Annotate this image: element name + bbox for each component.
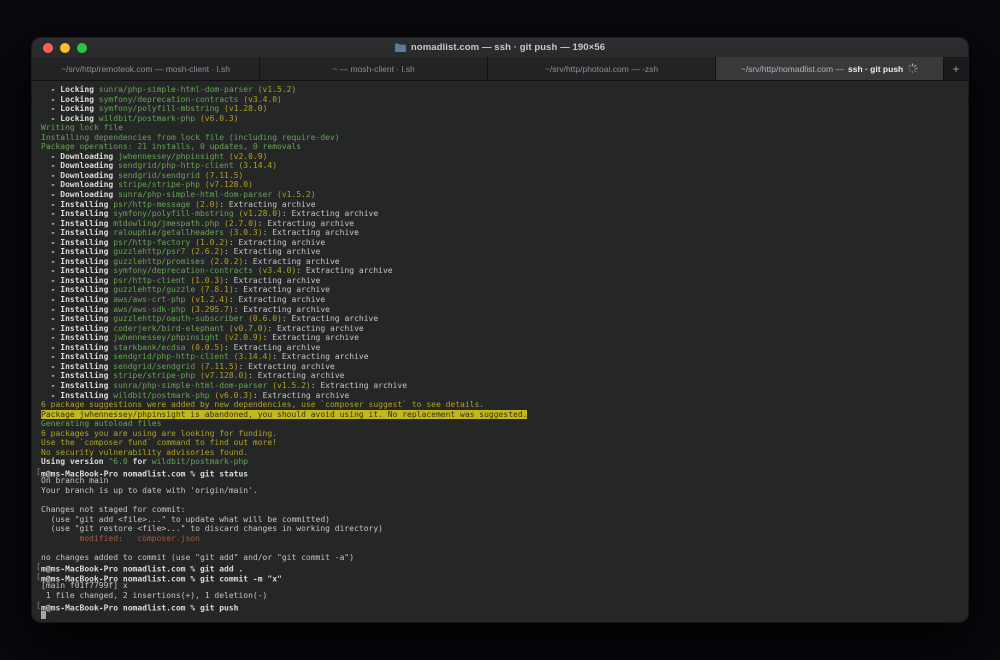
tab-bar: ~/srv/http/remoteok.com — mosh-client · …	[32, 57, 968, 81]
terminal-line: [m@ms-MacBook-Pro nomadlist.com % git pu…	[36, 600, 239, 613]
terminal-line: - Installing aws/aws-sdk-php (3.295.7): …	[41, 304, 330, 314]
terminal-line: modified: composer.json	[41, 533, 200, 543]
terminal-line: - Installing aws/aws-crt-php (v1.2.4): E…	[41, 295, 326, 305]
terminal-line: [m@ms-MacBook-Pro nomadlist.com % git st…	[36, 466, 249, 479]
folder-icon	[394, 43, 406, 52]
terminal-line: - Installing symfony/polyfill-mbstring (…	[41, 209, 379, 219]
terminal-line: - Installing ralouphie/getallheaders (3.…	[41, 228, 359, 238]
tab-photoai[interactable]: ~/srv/http/photoai.com — -zsh	[488, 57, 716, 80]
tab-mosh-client[interactable]: ~ — mosh-client · l.sh	[260, 57, 488, 80]
terminal-line: 1 file changed, 2 insertions(+), 1 delet…	[41, 590, 268, 600]
terminal-line: - Locking sunra/php-simple-html-dom-pars…	[41, 85, 297, 94]
terminal-output[interactable]: - Locking sunra/php-simple-html-dom-pars…	[32, 81, 968, 622]
terminal-line: Package jwhennessey/phpinsight is abando…	[41, 409, 528, 419]
terminal-line: - Installing psr/http-message (2.0): Ext…	[41, 199, 316, 209]
terminal-line: Generating autoload files	[41, 419, 162, 429]
terminal-line: - Locking symfony/polyfill-mbstring (v1.…	[41, 104, 268, 114]
terminal-line: (use "git add <file>..." to update what …	[41, 514, 330, 524]
tab-remoteok[interactable]: ~/srv/http/remoteok.com — mosh-client · …	[32, 57, 260, 80]
tab-label: ~/srv/http/remoteok.com — mosh-client · …	[61, 63, 230, 74]
window-title-text: nomadlist.com — ssh · git push — 190×56	[410, 42, 606, 53]
terminal-line: Use the `composer fund` command to find …	[41, 438, 278, 448]
terminal-line: - Installing mtdowling/jmespath.php (2.7…	[41, 218, 355, 228]
terminal-line: [m@ms-MacBook-Pro nomadlist.com % git ad…	[36, 562, 244, 574]
tab-label-path: ~/srv/http/nomadlist.com —	[740, 63, 844, 74]
terminal-line: - Installing guzzlehttp/guzzle (7.8.1): …	[41, 285, 330, 295]
activity-spinner-icon	[907, 63, 918, 74]
terminal-window: nomadlist.com — ssh · git push — 190×56 …	[32, 38, 968, 622]
terminal-line: - Installing psr/http-factory (1.0.2): E…	[41, 237, 326, 247]
window-title: nomadlist.com — ssh · git push — 190×56	[32, 42, 968, 53]
terminal-line: Your branch is up to date with 'origin/m…	[41, 485, 258, 495]
terminal-line: - Installing starkbank/ecdsa (0.0.5): Ex…	[41, 342, 321, 352]
terminal-line: - Locking wildbit/postmark-php (v6.0.3)	[41, 113, 239, 123]
terminal-line: Writing lock file	[41, 123, 123, 133]
terminal-line: - Installing sendgrid/sendgrid (7.11.5):…	[41, 361, 335, 371]
title-bar: nomadlist.com — ssh · git push — 190×56	[32, 38, 968, 57]
terminal-line: - Installing sendgrid/php-http-client (3…	[41, 352, 369, 362]
terminal-line: 6 package suggestions were added by new …	[41, 400, 485, 410]
tab-label: ~/srv/http/photoai.com — -zsh	[544, 63, 659, 74]
tab-nomadlist-active[interactable]: ~/srv/http/nomadlist.com — ssh · git pus…	[716, 57, 944, 80]
terminal-line: - Installing coderjerk/bird-elephant (v0…	[41, 323, 364, 333]
tab-label-command: ssh · git push	[847, 63, 904, 74]
tab-label: ~ — mosh-client · l.sh	[332, 63, 415, 74]
terminal-line: Changes not staged for commit:	[41, 505, 186, 515]
terminal-line: 6 packages you are using are looking for…	[41, 428, 278, 438]
terminal-line: - Installing wildbit/postmark-php (v6.0.…	[41, 390, 350, 400]
terminal-line: - Installing guzzlehttp/oauth-subscriber…	[41, 314, 379, 324]
terminal-line: - Downloading jwhennessey/phpinsight (v2…	[41, 151, 268, 161]
terminal-line: No security vulnerability advisories fou…	[41, 447, 249, 457]
terminal-line: (use "git restore <file>..." to discard …	[41, 524, 383, 534]
terminal-line: - Installing stripe/stripe-php (v7.128.0…	[41, 371, 345, 381]
terminal-line: - Downloading sunra/php-simple-html-dom-…	[41, 190, 316, 200]
cursor-block	[41, 610, 46, 620]
terminal-line: - Installing guzzlehttp/promises (2.0.2)…	[41, 256, 340, 266]
new-tab-button[interactable]: +	[944, 57, 968, 80]
terminal-line: - Installing symfony/deprecation-contrac…	[41, 266, 393, 276]
terminal-line: - Installing guzzlehttp/psr7 (2.6.2): Ex…	[41, 247, 321, 257]
terminal-line: - Installing jwhennessey/phpinsight (v2.…	[41, 333, 359, 343]
terminal-line: - Installing sunra/php-simple-html-dom-p…	[41, 380, 408, 390]
terminal-line: Installing dependencies from lock file (…	[41, 132, 340, 142]
terminal-line: Using version ^6.0 for wildbit/postmark-…	[41, 457, 249, 467]
terminal-line: no changes added to commit (use "git add…	[41, 552, 355, 562]
terminal-line: [m@ms-MacBook-Pro nomadlist.com % git co…	[36, 571, 282, 584]
terminal-line: - Downloading stripe/stripe-php (v7.128.…	[41, 180, 253, 190]
terminal-line: - Downloading sendgrid/php-http-client (…	[41, 161, 278, 171]
terminal-line: Package operations: 21 installs, 0 updat…	[41, 142, 302, 152]
terminal-line: - Locking symfony/deprecation-contracts …	[41, 94, 282, 104]
